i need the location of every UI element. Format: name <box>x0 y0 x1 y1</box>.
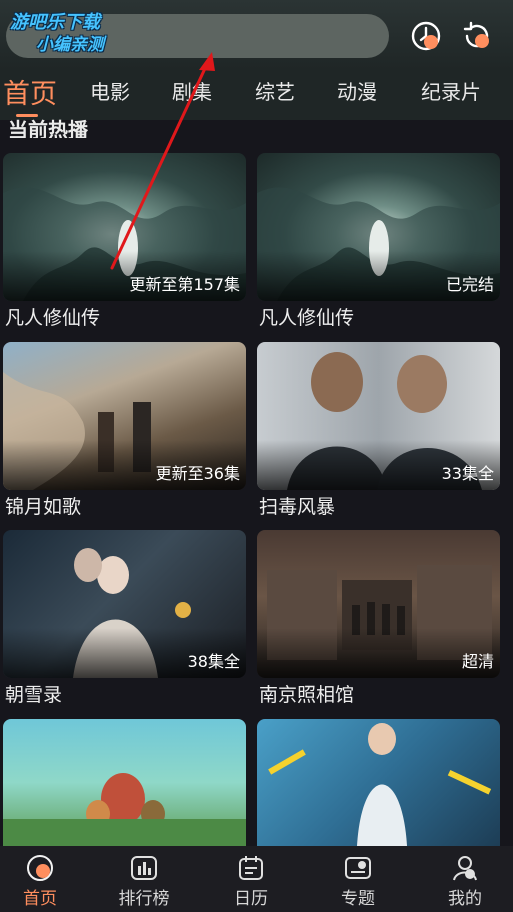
poster-art <box>268 723 492 846</box>
episode-badge: 38集全 <box>187 652 240 671</box>
refresh-icon[interactable] <box>461 20 493 52</box>
top-bar: 游吧乐下载 小编亲测 <box>0 0 513 70</box>
watermark: 游吧乐下载 小编亲测 <box>10 12 170 56</box>
tab-series[interactable]: 剧集 <box>172 76 212 105</box>
tab-variety[interactable]: 综艺 <box>255 76 295 105</box>
watermark-line-1: 游吧乐下载 <box>10 12 100 33</box>
section-title: 当前热播 <box>8 118 88 138</box>
calendar-icon <box>239 856 263 880</box>
episode-badge: 已完结 <box>445 275 494 294</box>
video-poster[interactable]: 超清 <box>257 530 500 678</box>
nav-ranking[interactable]: 排行榜 <box>104 854 184 909</box>
episode-badge: 33集全 <box>441 464 494 483</box>
watermark-line-2: 小编亲测 <box>36 35 104 55</box>
tab-anime[interactable]: 动漫 <box>337 76 377 105</box>
tab-documentary[interactable]: 纪录片 <box>421 76 481 105</box>
video-title[interactable]: 朝雪录 <box>5 680 62 707</box>
nav-topic[interactable]: 专题 <box>318 854 398 909</box>
video-poster[interactable]: 更新至第157集 <box>3 153 246 301</box>
nav-label: 排行榜 <box>118 889 170 909</box>
category-tabs: 首页 电影 剧集 综艺 动漫 纪录片 <box>0 70 513 120</box>
nav-calendar[interactable]: 日历 <box>211 854 291 909</box>
quality-badge: 超清 <box>461 652 494 671</box>
video-poster[interactable]: 38集全 <box>3 530 246 678</box>
ranking-icon <box>131 856 157 880</box>
nav-label: 我的 <box>448 889 482 909</box>
poster-art <box>3 773 246 846</box>
tab-movies[interactable]: 电影 <box>90 76 130 105</box>
video-poster[interactable]: 33集全 <box>257 342 500 490</box>
video-poster[interactable] <box>3 719 246 846</box>
episode-badge: 更新至36集 <box>155 464 240 483</box>
video-poster[interactable] <box>257 719 500 846</box>
video-title[interactable]: 凡人修仙传 <box>5 303 100 330</box>
nav-label: 日历 <box>234 889 268 909</box>
nav-home[interactable]: 首页 <box>0 854 80 909</box>
video-poster[interactable]: 更新至36集 <box>3 342 246 490</box>
video-title[interactable]: 锦月如歌 <box>5 492 81 519</box>
profile-icon <box>453 856 477 881</box>
episode-badge: 更新至第157集 <box>129 275 240 294</box>
video-title[interactable]: 南京照相馆 <box>259 680 354 707</box>
topic-icon <box>345 857 371 879</box>
nav-profile[interactable]: 我的 <box>425 854 505 909</box>
history-icon[interactable] <box>410 20 442 52</box>
video-title[interactable]: 凡人修仙传 <box>259 303 354 330</box>
nav-label: 专题 <box>341 889 375 909</box>
video-title[interactable]: 扫毒风暴 <box>259 492 335 519</box>
bottom-nav: 首页 排行榜 日历 专题 我的 <box>0 846 513 912</box>
tab-home[interactable]: 首页 <box>3 72 57 111</box>
video-poster[interactable]: 已完结 <box>257 153 500 301</box>
home-icon <box>27 855 53 881</box>
nav-label: 首页 <box>23 889 57 909</box>
